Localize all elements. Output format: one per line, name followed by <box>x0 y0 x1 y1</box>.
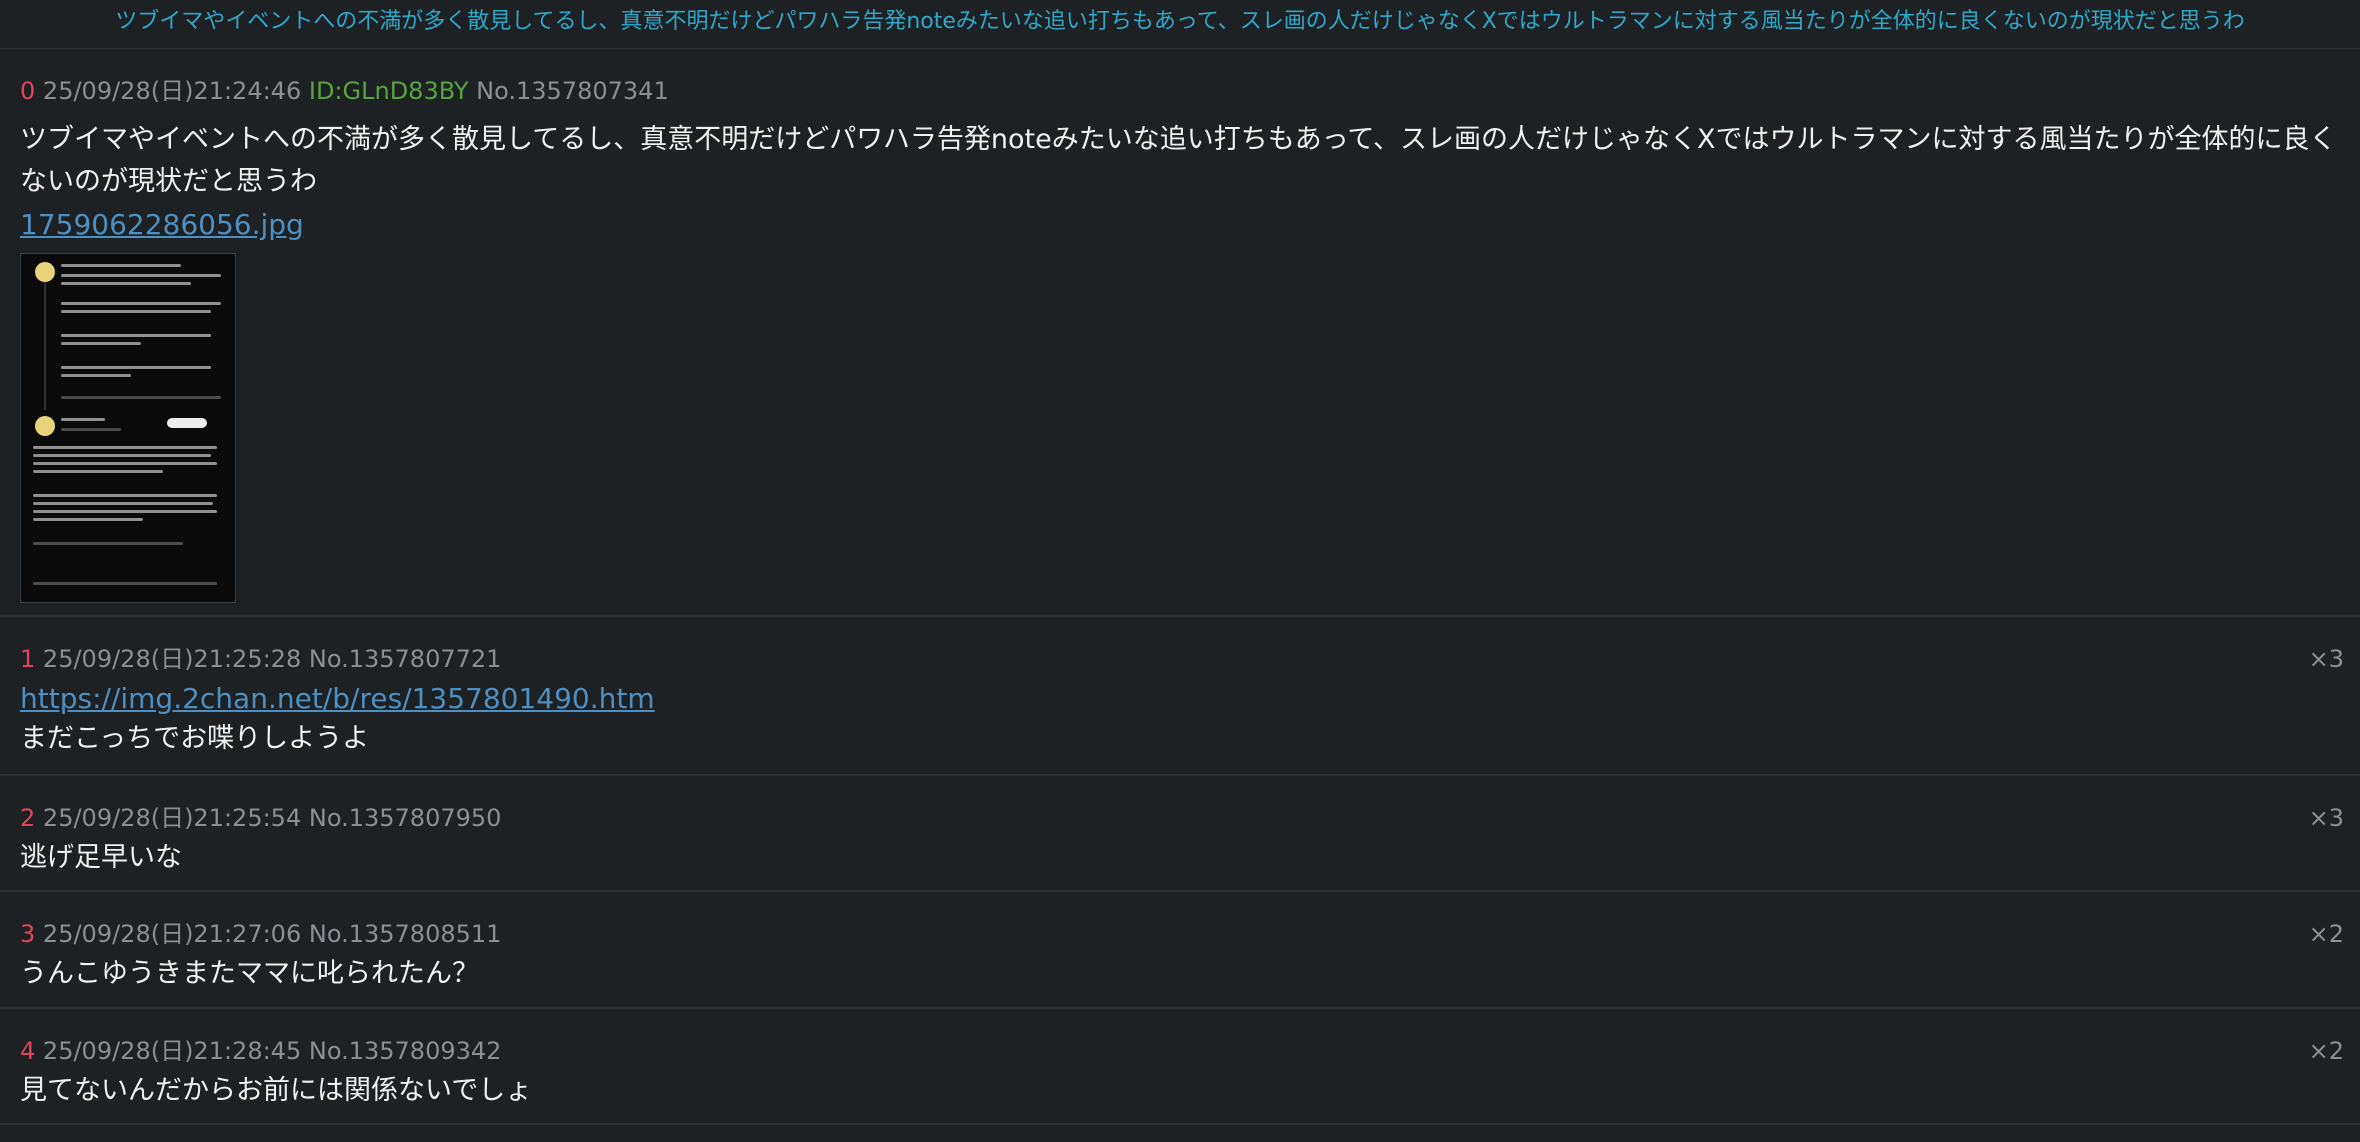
post-number[interactable]: 1 <box>20 645 35 673</box>
post-date: 25/09/28(日)21:24:46 <box>42 77 302 105</box>
post-number[interactable]: 0 <box>20 77 35 105</box>
post-body: 逃げ足早いな <box>20 842 182 873</box>
reply-count[interactable]: ×2 <box>2309 1031 2344 1071</box>
attachment-thumbnail[interactable] <box>20 253 236 603</box>
post-header: 0 25/09/28(日)21:24:46 ID:GLnD83BY No.135… <box>20 71 2340 111</box>
post: 2 25/09/28(日)21:25:54 No.1357807950 ×3 逃… <box>0 776 2360 892</box>
post: 0 25/09/28(日)21:24:46 ID:GLnD83BY No.135… <box>0 49 2360 617</box>
post: 3 25/09/28(日)21:27:06 No.1357808511 ×2 う… <box>0 892 2360 1009</box>
poster-id[interactable]: ID:GLnD83BY <box>309 77 469 105</box>
post-body: うんこゆうきまたママに叱られたん？ <box>20 958 479 989</box>
thread-title: ツブイマやイベントへの不満が多く散見してるし、真意不明だけどパワハラ告発note… <box>0 0 2360 49</box>
post-date: 25/09/28(日)21:27:06 <box>42 920 302 948</box>
reply-count[interactable]: ×3 <box>2309 798 2344 838</box>
post-header: 4 25/09/28(日)21:28:45 No.1357809342 <box>20 1031 2340 1071</box>
post-date: 25/09/28(日)21:28:45 <box>42 1037 302 1065</box>
reply-count[interactable]: ×2 <box>2309 914 2344 954</box>
post-no[interactable]: No.1357807721 <box>309 645 502 673</box>
post: 1 25/09/28(日)21:25:28 No.1357807721 ×3 h… <box>0 617 2360 776</box>
post: 4 25/09/28(日)21:28:45 No.1357809342 ×2 見… <box>0 1009 2360 1125</box>
post-header: 3 25/09/28(日)21:27:06 No.1357808511 <box>20 914 2340 954</box>
reply-count[interactable]: ×3 <box>2309 639 2344 679</box>
post-date: 25/09/28(日)21:25:28 <box>42 645 302 673</box>
post-number[interactable]: 2 <box>20 804 35 832</box>
attachment-link[interactable]: 1759062286056.jpg <box>20 205 304 245</box>
post-body: ツブイマやイベントへの不満が多く散見してるし、真意不明だけどパワハラ告発note… <box>20 124 2337 197</box>
post-date: 25/09/28(日)21:25:54 <box>42 804 302 832</box>
post-no[interactable]: No.1357809342 <box>309 1037 502 1065</box>
thread-link[interactable]: https://img.2chan.net/b/res/1357801490.h… <box>20 679 655 719</box>
post-body: まだこっちでお喋りしようよ <box>20 723 370 754</box>
post-header: 1 25/09/28(日)21:25:28 No.1357807721 <box>20 639 2340 679</box>
post-no[interactable]: No.1357808511 <box>309 920 502 948</box>
post-body: 見てないんだからお前には関係ないでしょ <box>20 1075 533 1106</box>
post-number[interactable]: 4 <box>20 1037 35 1065</box>
post-number[interactable]: 3 <box>20 920 35 948</box>
post-header: 2 25/09/28(日)21:25:54 No.1357807950 <box>20 798 2340 838</box>
post-no[interactable]: No.1357807950 <box>309 804 502 832</box>
post-no[interactable]: No.1357807341 <box>476 77 669 105</box>
